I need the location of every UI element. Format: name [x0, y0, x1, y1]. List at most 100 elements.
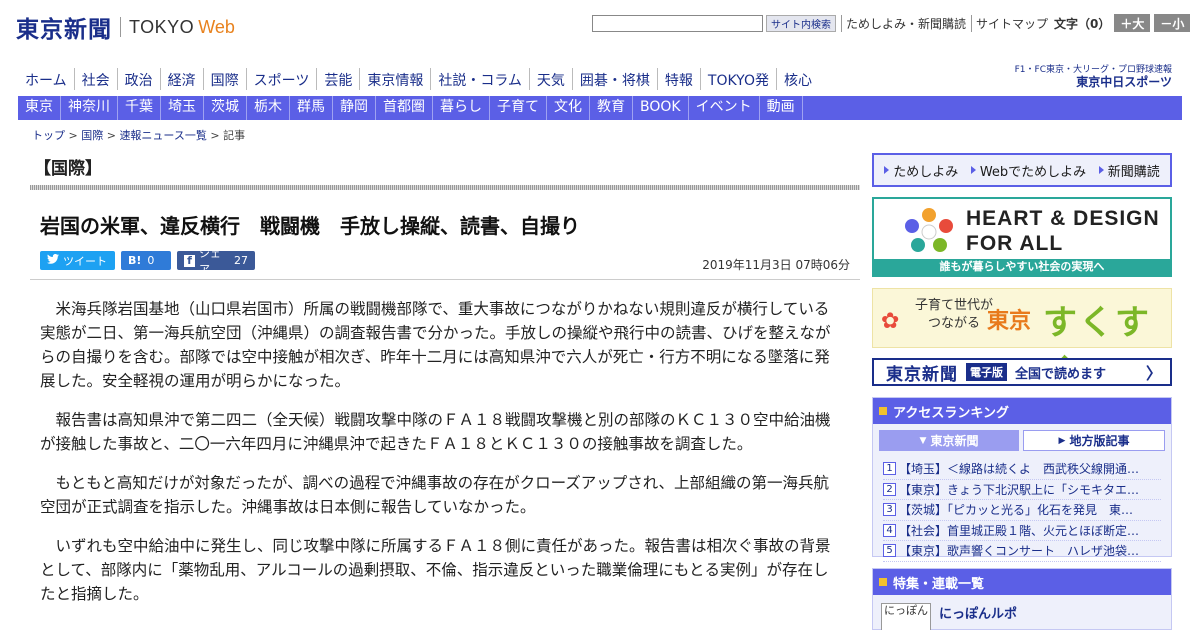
chunichi-sports-link[interactable]: F1・FC東京・大リーグ・プロ野球速報 東京中日スポーツ [1015, 64, 1172, 88]
subnav-item-tokyo[interactable]: 東京 [18, 96, 61, 120]
feature-title-text: 特集・連載一覧 [893, 576, 985, 592]
regional-nav: 東京 神奈川 千葉 埼玉 茨城 栃木 群馬 静岡 首都圏 暮らし 子育て 文化 … [18, 96, 1182, 120]
nav-item-home[interactable]: ホーム [18, 68, 74, 90]
font-smaller-button[interactable]: －小 [1154, 14, 1191, 32]
rank-text: 【社会】首里城正殿１階、火元とほぼ断定… [899, 523, 1140, 538]
e-shimbun-text: 全国で読めます [1015, 366, 1107, 382]
arrow-right-icon [970, 166, 976, 174]
arrow-right-icon [884, 166, 890, 174]
share-count: 27 [234, 254, 248, 267]
subnav-item-gunma[interactable]: 群馬 [290, 96, 333, 120]
rank-number: 2 [883, 482, 896, 496]
heart-design-banner[interactable]: HEART & DESIGN FOR ALL 誰もが暮らしやすい社会の実現へ [872, 197, 1172, 277]
rank-text: 【茨城】「ピカッと光る」化石を発見 東… [899, 503, 1134, 518]
nav-item-sports[interactable]: スポーツ [245, 68, 317, 90]
hdfa-title-1: HEART & DESIGN [966, 207, 1160, 230]
subscribe-link[interactable]: 新聞購読 [1098, 161, 1160, 180]
breadcrumb-section[interactable]: 国際 [81, 129, 103, 142]
subnav-item-culture[interactable]: 文化 [547, 96, 590, 120]
subnav-item-saitama[interactable]: 埼玉 [161, 96, 204, 120]
nav-item-entertainment[interactable]: 芸能 [316, 68, 359, 90]
nav-item-economy[interactable]: 経済 [159, 68, 203, 90]
trial-read-label: ためしよみ [893, 164, 959, 180]
square-bullet-icon [879, 407, 887, 415]
nav-item-weather[interactable]: 天気 [528, 68, 572, 90]
nav-item-kakushin[interactable]: 核心 [775, 68, 819, 90]
subnav-item-shizuoka[interactable]: 静岡 [333, 96, 376, 120]
breadcrumb-sep: > [206, 129, 224, 142]
subnav-item-chiba[interactable]: 千葉 [118, 96, 161, 120]
subnav-item-video[interactable]: 動画 [760, 96, 803, 120]
category-divider [30, 185, 860, 190]
ranking-title: アクセスランキング [873, 398, 1171, 424]
tab-local-articles-label: 地方版記事 [1069, 434, 1130, 448]
heart-design-logo-icon [902, 205, 956, 255]
ranking-item[interactable]: 1 【埼玉】＜線路は続くよ 西武秩父線開通… [883, 459, 1161, 480]
e-shimbun-badge: 電子版 [966, 363, 1007, 381]
article-paragraph: もともと高知だけが対象だったが、調べの過程で沖縄事故の存在がクローズアップされ、… [40, 474, 829, 516]
rank-text: 【東京】歌声響くコンサート ハレザ池袋… [899, 544, 1140, 559]
nav-item-editorial[interactable]: 社説・コラム [430, 68, 529, 90]
rank-number: 1 [883, 462, 896, 476]
subnav-item-ibaraki[interactable]: 茨城 [204, 96, 247, 120]
sukusuku-small-2: つながる [928, 316, 981, 331]
subnav-item-book[interactable]: BOOK [633, 96, 689, 120]
facebook-icon: f [184, 254, 195, 267]
subnav-item-living[interactable]: 暮らし [433, 96, 490, 120]
sukusuku-banner[interactable]: ✿ 子育て世代が つながる 東京 すくすく [872, 288, 1172, 392]
breadcrumb-top[interactable]: トップ [32, 129, 65, 142]
logo-divider [120, 17, 121, 37]
tab-tokyo-shimbun[interactable]: ▼ 東京新聞 [879, 430, 1019, 451]
facebook-share-button[interactable]: f シェア 27 [177, 247, 255, 276]
site-search-button[interactable]: サイト内検索 [766, 14, 836, 32]
breadcrumb-list[interactable]: 速報ニュース一覧 [119, 129, 206, 142]
sitemap-link[interactable]: サイトマップ [971, 14, 1048, 32]
chunichi-logo: 東京中日スポーツ [1076, 75, 1172, 89]
subnav-item-kanagawa[interactable]: 神奈川 [61, 96, 118, 120]
site-search-input[interactable] [592, 14, 763, 32]
date-divider [30, 279, 860, 280]
nav-item-tokyo-hatsu[interactable]: TOKYO発 [699, 68, 776, 90]
hatena-bookmark-button[interactable]: B! 0 [121, 251, 171, 270]
sukusuku-subtitle: 子育て世代が つながる [915, 297, 993, 333]
tab-local-articles[interactable]: ▶ 地方版記事 [1023, 430, 1165, 451]
nav-item-go-shogi[interactable]: 囲碁・将棋 [571, 68, 657, 90]
nav-item-world[interactable]: 国際 [202, 68, 246, 90]
hatena-icon: B! [128, 254, 142, 267]
share-buttons: ツイート B! 0 f シェア 27 [40, 247, 255, 276]
site-logo[interactable]: 東京新聞 TOKYO Web [16, 10, 235, 44]
hdfa-title-2: FOR ALL [966, 232, 1064, 255]
web-trial-link[interactable]: Webでためしよみ [970, 161, 1086, 180]
subnav-item-event[interactable]: イベント [689, 96, 760, 120]
subnav-item-metro[interactable]: 首都圏 [376, 96, 433, 120]
nav-item-tokyo-info[interactable]: 東京情報 [359, 68, 430, 90]
trial-subscribe-link[interactable]: ためしよみ・新聞購読 [841, 14, 966, 32]
article-category: 【国際】 [34, 159, 102, 179]
feature-item[interactable]: にっぽん にっぽんルポ [873, 595, 1171, 630]
subnav-item-education[interactable]: 教育 [590, 96, 633, 120]
feature-title: 特集・連載一覧 [873, 569, 1171, 595]
ranking-item[interactable]: 4 【社会】首里城正殿１階、火元とほぼ断定… [883, 521, 1161, 541]
hatena-count: 0 [147, 254, 155, 267]
logo-tokyo: TOKYO [129, 16, 195, 37]
font-larger-button[interactable]: ＋大 [1114, 14, 1151, 32]
sukusuku-small-1: 子育て世代が [915, 298, 994, 313]
logo-web: Web [198, 16, 235, 37]
triangle-right-icon: ▶ [1058, 435, 1066, 446]
article-paragraph: 米海兵隊岩国基地（山口県岩国市）所属の戦闘機部隊で、重大事故につながりかねない規… [40, 300, 831, 390]
nav-item-tokuho[interactable]: 特報 [656, 68, 700, 90]
article-headline: 岩国の米軍、違反横行 戦闘機 手放し操縦、読書、自撮り [40, 214, 580, 238]
breadcrumb-sep: > [65, 129, 82, 142]
nav-item-society[interactable]: 社会 [73, 68, 117, 90]
ranking-item[interactable]: 3 【茨城】「ピカッと光る」化石を発見 東… [883, 500, 1161, 521]
subnav-item-parenting[interactable]: 子育て [490, 96, 547, 120]
e-shimbun-banner[interactable]: 東京新聞 電子版 全国で読めます 〉 [872, 358, 1172, 386]
nav-item-politics[interactable]: 政治 [116, 68, 160, 90]
ranking-item[interactable]: 2 【東京】きょう下北沢駅上に「シモキタエ… [883, 480, 1161, 500]
tweet-button[interactable]: ツイート [40, 251, 115, 270]
trial-read-link[interactable]: ためしよみ [884, 161, 958, 180]
subnav-item-tochigi[interactable]: 栃木 [247, 96, 290, 120]
ranking-item[interactable]: 5 【東京】歌声響くコンサート ハレザ池袋… [883, 541, 1161, 562]
article-date: 2019年11月3日 07時06分 [702, 258, 850, 272]
rank-number: 3 [883, 503, 896, 517]
